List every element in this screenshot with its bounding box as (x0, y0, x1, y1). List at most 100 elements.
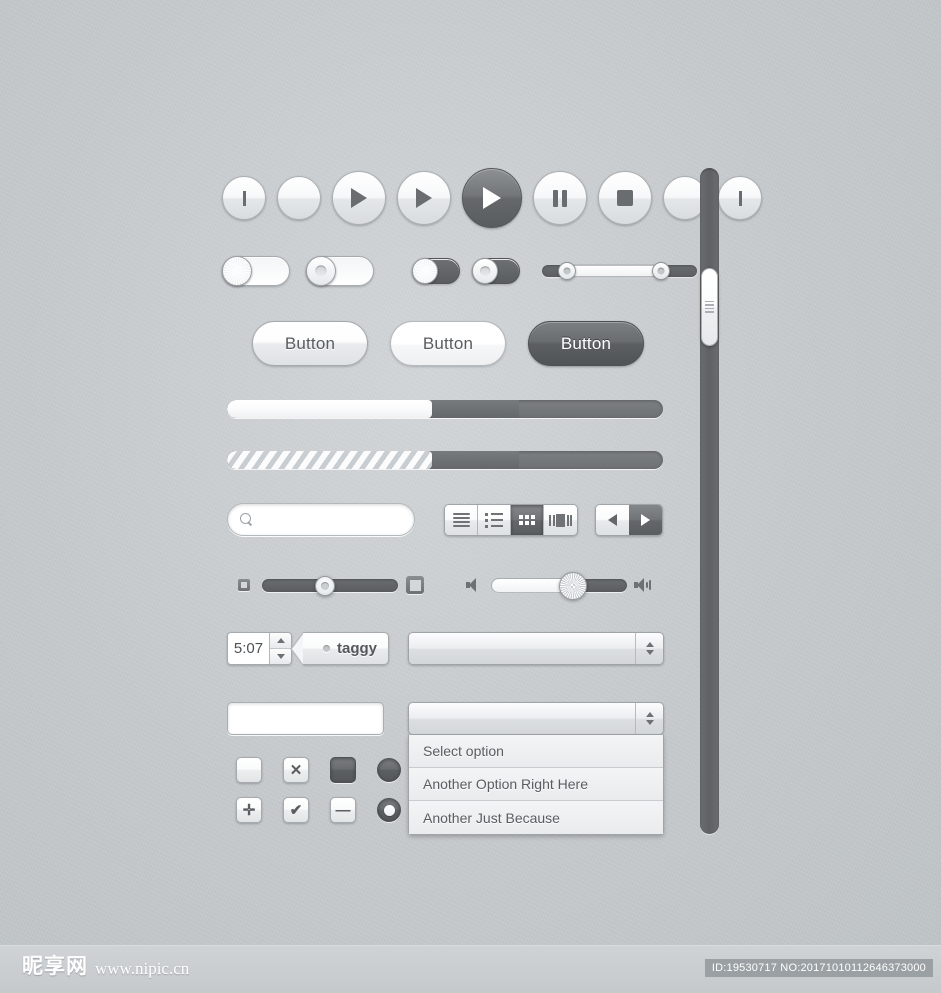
pause-icon (553, 189, 567, 207)
plus-icon: ✛ (242, 801, 256, 819)
search-icon (240, 513, 253, 526)
next-track-icon (738, 190, 742, 206)
grid-icon (519, 515, 535, 525)
caret-down-icon (276, 654, 285, 659)
stepper-up-button[interactable] (270, 633, 291, 649)
brightness-slider[interactable] (262, 575, 398, 596)
tag-dot-icon (323, 645, 330, 652)
checkbox-x[interactable]: ✕ (283, 757, 309, 783)
minus-icon: — (335, 801, 351, 819)
check-icon: ✔ (289, 801, 303, 819)
small-square-icon (238, 579, 250, 591)
select-box-value[interactable] (409, 703, 635, 734)
play-button-2[interactable] (397, 171, 451, 225)
vertical-scrollbar[interactable] (700, 168, 719, 834)
stop-icon (617, 190, 633, 206)
prev-button[interactable] (596, 505, 629, 535)
text-input[interactable] (227, 702, 384, 735)
play-button-1[interactable] (332, 171, 386, 225)
range-slider[interactable] (542, 262, 697, 280)
segment-view-list[interactable] (445, 505, 478, 535)
prev-track-button[interactable] (222, 176, 266, 220)
select-box[interactable] (408, 702, 664, 735)
segment-view-coverflow[interactable] (544, 505, 577, 535)
radio-filled[interactable] (377, 758, 401, 782)
segment-view-grid[interactable] (511, 505, 544, 535)
search-input[interactable] (260, 511, 402, 528)
toggle-knob-metal-icon[interactable] (412, 258, 438, 284)
range-slider-fill (566, 265, 662, 277)
scrollbar-thumb[interactable] (701, 267, 718, 346)
combo-box-value[interactable] (409, 633, 635, 664)
caret-down-icon (645, 720, 654, 725)
bulleted-list-icon (485, 512, 503, 528)
toggle-small-off-ring[interactable] (472, 258, 520, 284)
stepper-value: 5:07 (228, 633, 269, 664)
coverflow-icon (549, 513, 572, 527)
volume-slider[interactable] (492, 571, 627, 600)
triangle-right-icon (641, 514, 650, 526)
prev-track-icon (242, 190, 246, 206)
combo-box-stepper[interactable] (635, 633, 663, 664)
dropdown-option[interactable]: Another Option Right Here (409, 768, 663, 801)
brightness-slider-handle[interactable] (314, 575, 335, 596)
rewind-button[interactable] (277, 176, 321, 220)
range-slider-handle-low[interactable] (557, 262, 576, 280)
progress-fill-striped (227, 451, 432, 469)
checkbox-minus[interactable]: — (330, 797, 356, 823)
transport-control-group (222, 168, 762, 228)
play-icon (416, 188, 432, 208)
play-icon (351, 188, 367, 208)
footer-watermark: 昵享网 www.nipic.cn ID:19530717 NO:20171010… (0, 945, 941, 993)
select-box-stepper[interactable] (635, 703, 663, 734)
ui-kit-canvas: Button Button Button 5:07 taggy Select o… (0, 0, 941, 945)
segment-view-detail-list[interactable] (478, 505, 511, 535)
button-group: Button Button Button (252, 321, 644, 366)
checkbox-plus[interactable]: ✛ (236, 797, 262, 823)
time-stepper[interactable]: 5:07 (227, 632, 292, 665)
toggle-large-on-ring[interactable] (306, 256, 374, 286)
text-input-field[interactable] (228, 703, 383, 734)
combo-box-top[interactable] (408, 632, 664, 665)
toggle-large-on-metal[interactable] (222, 256, 290, 286)
button-label: Button (422, 333, 474, 353)
tag-chip[interactable]: taggy (290, 632, 389, 666)
caret-up-icon (276, 638, 285, 643)
stepper-arrows (269, 633, 291, 664)
image-id-badge: ID:19530717 NO:20171010112646373000 (704, 959, 933, 977)
stepper-down-button[interactable] (270, 649, 291, 664)
toggle-knob-metal-icon[interactable] (222, 256, 252, 286)
grip-lines-icon (705, 300, 714, 313)
volume-slider-handle[interactable] (559, 571, 587, 600)
stop-button[interactable] (598, 171, 652, 225)
checkbox-row-2: ✛ ✔ — (236, 797, 401, 823)
tag-label: taggy (337, 640, 378, 657)
dropdown-option[interactable]: Another Just Because (409, 801, 663, 834)
pause-button[interactable] (533, 171, 587, 225)
checkbox-row-1: ✕ (236, 757, 401, 783)
next-track-button[interactable] (718, 176, 762, 220)
next-button[interactable] (629, 505, 662, 535)
button-light-flat[interactable]: Button (390, 321, 506, 366)
x-icon: ✕ (289, 761, 303, 779)
button-label: Button (284, 333, 336, 353)
slider-row (238, 570, 668, 600)
button-light-raised[interactable]: Button (252, 321, 368, 366)
range-slider-handle-high[interactable] (652, 262, 671, 280)
checkbox-empty[interactable] (236, 757, 262, 783)
radio-selected[interactable] (377, 798, 401, 822)
dropdown-option[interactable]: Select option (409, 735, 663, 768)
checkbox-check[interactable]: ✔ (283, 797, 309, 823)
toggle-small-off-metal[interactable] (412, 258, 460, 284)
toggle-knob-ring-icon[interactable] (472, 258, 498, 284)
button-label: Button (560, 333, 612, 353)
toggle-group (222, 256, 697, 286)
search-field[interactable] (227, 503, 415, 536)
checkbox-filled[interactable] (330, 757, 356, 783)
progress-striped[interactable] (227, 451, 663, 469)
toggle-knob-ring-icon[interactable] (306, 256, 336, 286)
play-button-active[interactable] (462, 168, 522, 228)
progress-solid[interactable] (227, 400, 663, 418)
checkbox-group: ✕ ✛ ✔ — (236, 757, 401, 823)
button-dark[interactable]: Button (528, 321, 644, 366)
